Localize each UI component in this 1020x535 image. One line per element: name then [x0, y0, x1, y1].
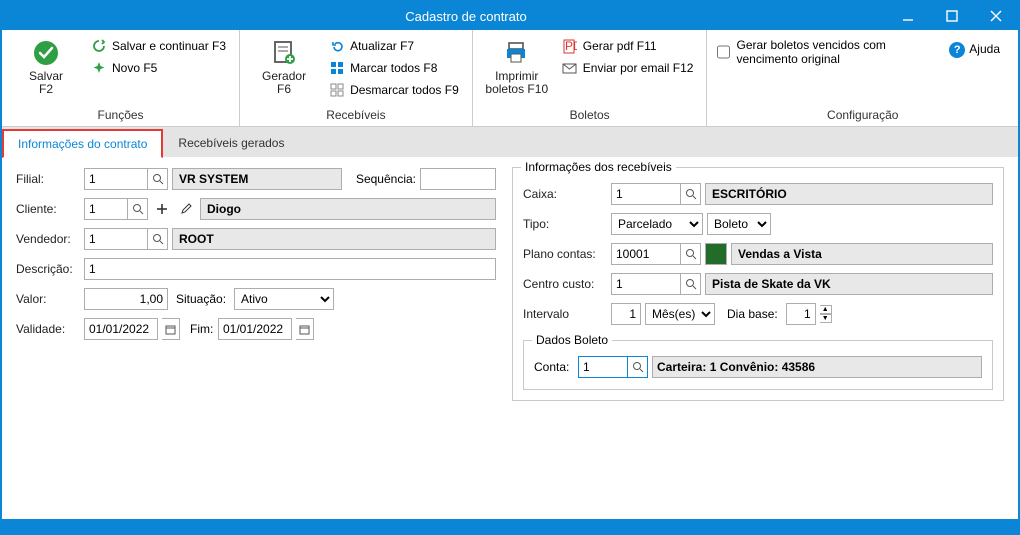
diabase-input[interactable] — [786, 303, 816, 325]
window: Cadastro de contrato Salvar F2 Salvar e … — [0, 0, 1020, 535]
descricao-label: Descrição: — [16, 262, 80, 276]
plano-search-icon[interactable] — [681, 243, 701, 265]
cliente-input[interactable] — [84, 198, 128, 220]
vendedor-name: ROOT — [172, 228, 496, 250]
caixa-name: ESCRITÓRIO — [705, 183, 993, 205]
cliente-edit-icon[interactable] — [176, 198, 196, 220]
grid-uncheck-icon — [329, 82, 345, 98]
pdf-icon: PDF — [562, 38, 578, 54]
centro-input[interactable] — [611, 273, 681, 295]
validade-input[interactable] — [84, 318, 158, 340]
tabstrip: Informações do contrato Recebíveis gerad… — [2, 127, 1018, 157]
cliente-name: Diogo — [200, 198, 496, 220]
save-continue-button[interactable]: Salvar e continuar F3 — [88, 36, 229, 56]
minimize-button[interactable] — [886, 2, 930, 30]
save-button[interactable]: Salvar F2 — [8, 34, 84, 100]
send-email-button[interactable]: Enviar por email F12 — [559, 58, 697, 78]
bottombar — [2, 519, 1018, 533]
mail-icon — [562, 60, 578, 76]
ribbon-group-recebiveis: Recebíveis — [240, 106, 472, 126]
tipo-select[interactable]: Parcelado — [611, 213, 703, 235]
vendedor-label: Vendedor: — [16, 232, 80, 246]
generator-button[interactable]: Gerador F6 — [246, 34, 322, 100]
valor-label: Valor: — [16, 292, 80, 306]
cliente-add-icon[interactable] — [152, 198, 172, 220]
conta-search-icon[interactable] — [628, 356, 648, 378]
filial-name: VR SYSTEM — [172, 168, 342, 190]
maximize-button[interactable] — [930, 2, 974, 30]
filial-search-icon[interactable] — [148, 168, 168, 190]
titlebar: Cadastro de contrato — [2, 2, 1018, 30]
ribbon-group-config: Configuração — [707, 106, 1018, 126]
refresh-icon — [91, 38, 107, 54]
fim-calendar-icon[interactable] — [296, 318, 314, 340]
valor-input[interactable] — [84, 288, 168, 310]
refresh-icon — [329, 38, 345, 54]
validade-label: Validade: — [16, 322, 80, 336]
centro-label: Centro custo: — [523, 277, 607, 291]
refresh-button[interactable]: Atualizar F7 — [326, 36, 462, 56]
cliente-label: Cliente: — [16, 202, 80, 216]
ribbon-group-funcoes: Funções — [2, 106, 239, 126]
help-icon: ? — [949, 42, 965, 58]
ribbon-group-boletos: Boletos — [473, 106, 707, 126]
tipo-sub-select[interactable]: Boleto — [707, 213, 771, 235]
tab-recebiveis-gerados[interactable]: Recebíveis gerados — [163, 129, 299, 157]
panel-boleto: Dados Boleto Conta: — [523, 340, 993, 390]
caixa-input[interactable] — [611, 183, 681, 205]
new-button[interactable]: Novo F5 — [88, 58, 229, 78]
sequencia-label: Sequência: — [346, 172, 416, 186]
svg-text:PDF: PDF — [565, 39, 577, 53]
intervalo-unit-select[interactable]: Mês(es) — [645, 303, 715, 325]
plano-label: Plano contas: — [523, 247, 607, 261]
tipo-label: Tipo: — [523, 217, 607, 231]
vendedor-input[interactable] — [84, 228, 148, 250]
fim-label: Fim: — [184, 322, 214, 336]
window-title: Cadastro de contrato — [46, 9, 886, 24]
grid-check-icon — [329, 60, 345, 76]
content: Filial: VR SYSTEM Sequência: Cliente: Di… — [2, 157, 1018, 519]
caixa-label: Caixa: — [523, 187, 607, 201]
close-button[interactable] — [974, 2, 1018, 30]
fim-input[interactable] — [218, 318, 292, 340]
mark-all-button[interactable]: Marcar todos F8 — [326, 58, 462, 78]
sequencia-input[interactable] — [420, 168, 496, 190]
print-boletos-button[interactable]: Imprimir boletos F10 — [479, 34, 555, 100]
centro-search-icon[interactable] — [681, 273, 701, 295]
intervalo-input[interactable] — [611, 303, 641, 325]
check-circle-icon — [31, 38, 61, 68]
plano-color-swatch — [705, 243, 727, 265]
situacao-select[interactable]: Ativo — [234, 288, 334, 310]
filial-input[interactable] — [84, 168, 148, 190]
gen-pdf-button[interactable]: PDFGerar pdf F11 — [559, 36, 697, 56]
filial-label: Filial: — [16, 172, 80, 186]
sparkle-icon — [91, 60, 107, 76]
caixa-search-icon[interactable] — [681, 183, 701, 205]
tab-info-contrato[interactable]: Informações do contrato — [2, 129, 163, 158]
plano-name: Vendas a Vista — [731, 243, 993, 265]
validade-calendar-icon[interactable] — [162, 318, 180, 340]
unmark-all-button[interactable]: Desmarcar todos F9 — [326, 80, 462, 100]
intervalo-label: Intervalo — [523, 307, 607, 321]
conta-label: Conta: — [534, 360, 574, 374]
diabase-label: Dia base: — [719, 307, 782, 321]
panel-boleto-legend: Dados Boleto — [532, 333, 612, 347]
diabase-spinner[interactable]: ▲▼ — [820, 305, 832, 323]
ribbon: Salvar F2 Salvar e continuar F3 Novo F5 … — [2, 30, 1018, 127]
vendedor-search-icon[interactable] — [148, 228, 168, 250]
gen-overdue-checkbox[interactable]: Gerar boletos vencidos com vencimento or… — [713, 34, 937, 70]
cliente-search-icon[interactable] — [128, 198, 148, 220]
situacao-label: Situação: — [172, 292, 230, 306]
centro-name: Pista de Skate da VK — [705, 273, 993, 295]
doc-plus-icon — [269, 38, 299, 68]
panel-recebiveis-legend: Informações dos recebíveis — [521, 160, 676, 174]
carteira-display — [652, 356, 982, 378]
panel-recebiveis: Informações dos recebíveis Caixa: ESCRIT… — [512, 167, 1004, 401]
plano-input[interactable] — [611, 243, 681, 265]
printer-icon — [502, 38, 532, 68]
descricao-input[interactable] — [84, 258, 496, 280]
conta-input[interactable] — [578, 356, 628, 378]
help-button[interactable]: ? Ajuda — [937, 34, 1012, 66]
